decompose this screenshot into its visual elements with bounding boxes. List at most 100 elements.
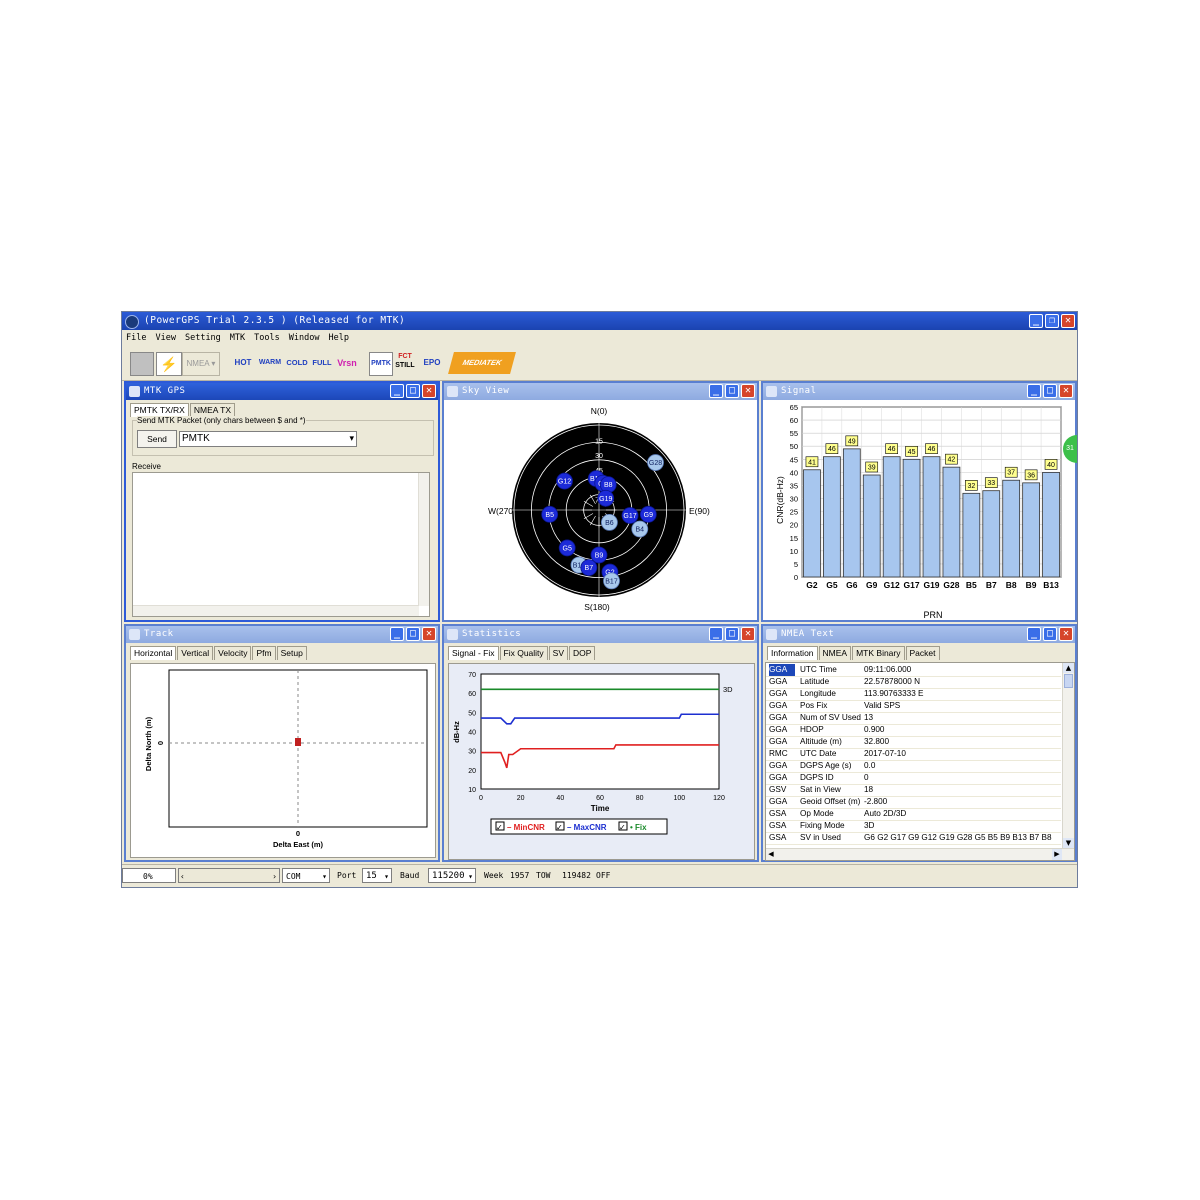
scroll-left-icon[interactable]: ◀ [766,849,776,860]
mtk-gps-close-button[interactable]: ✕ [422,384,436,398]
tab-mtk-binary[interactable]: MTK Binary [852,646,905,660]
satellite-marker[interactable]: G17 [621,507,639,524]
signal-bar[interactable] [962,492,981,578]
tab-signal-fix[interactable]: Signal - Fix [448,646,499,660]
statistics-close-button[interactable]: ✕ [741,627,755,641]
sky-view-maximize-button[interactable]: □ [725,384,739,398]
tab-velocity[interactable]: Velocity [214,646,252,660]
signal-bar[interactable] [922,456,941,578]
nmea-text-close-button[interactable]: ✕ [1059,627,1073,641]
satellite-marker[interactable]: B5 [541,505,559,523]
port-select[interactable]: 15 ▾ [362,868,392,883]
tab-pfm[interactable]: Pfm [252,646,276,660]
signal-bar[interactable] [1002,479,1021,578]
minimize-button[interactable]: _ [1029,314,1043,328]
signal-bar[interactable] [1022,482,1040,578]
sky-view-titlebar[interactable]: Sky View _ □ ✕ [444,383,757,400]
tab-nmea[interactable]: NMEA [818,646,852,660]
tab-information[interactable]: Information [767,646,818,660]
info-vscrollbar[interactable]: ▲ ▼ [1062,663,1074,848]
mtk-gps-titlebar[interactable]: MTK GPS _ □ ✕ [126,383,438,400]
stop-button[interactable] [130,352,154,376]
version-button[interactable]: Vrsn [335,352,359,374]
satellite-marker[interactable]: B8 [599,476,617,494]
restore-button[interactable]: ❐ [1045,314,1059,328]
sky-view-close-button[interactable]: ✕ [741,384,755,398]
menu-help[interactable]: Help [328,330,348,346]
window-titlebar[interactable]: (PowerGPS Trial 2.3.5 ) (Released for MT… [122,312,1077,330]
receive-hscrollbar[interactable] [133,605,419,616]
tab-packet[interactable]: Packet [905,646,940,660]
receive-textarea[interactable] [132,472,430,617]
satellite-marker[interactable]: G12 [556,472,573,490]
signal-bar[interactable] [882,456,901,578]
satellite-marker[interactable]: G19 [597,489,615,507]
satellite-marker[interactable]: G5 [558,539,576,557]
pmtk-button[interactable]: PMTK [369,352,393,376]
full-start-button[interactable]: FULL [311,352,333,374]
baud-select[interactable]: 115200 ▾ [428,868,476,883]
signal-bar[interactable] [1042,471,1060,578]
nav-field[interactable]: ‹ › [178,868,280,883]
nmea-text-minimize-button[interactable]: _ [1027,627,1041,641]
signal-bar[interactable] [902,458,921,578]
chevron-right-icon[interactable]: › [272,869,277,882]
tab-pmtk-txrx[interactable]: PMTK TX/RX [130,403,189,417]
track-titlebar[interactable]: Track _ □ ✕ [126,626,438,643]
scroll-up-icon[interactable]: ▲ [1063,663,1074,673]
tab-dop[interactable]: DOP [569,646,596,660]
signal-minimize-button[interactable]: _ [1027,384,1041,398]
track-maximize-button[interactable]: □ [406,627,420,641]
epo-button[interactable]: EPO [421,352,443,374]
signal-titlebar[interactable]: Signal _ □ ✕ [763,383,1075,400]
satellite-marker[interactable]: B7 [580,559,598,577]
scroll-right-icon[interactable]: ▶ [1052,849,1062,860]
cold-start-button[interactable]: COLD [285,352,309,374]
tab-fix-quality[interactable]: Fix Quality [499,646,548,660]
close-button[interactable]: ✕ [1061,314,1075,328]
warm-start-button[interactable]: WARM [257,352,283,374]
scroll-thumb[interactable] [1064,674,1073,688]
signal-bar[interactable] [803,469,821,578]
nmea-text-maximize-button[interactable]: □ [1043,627,1057,641]
signal-bar[interactable] [842,448,861,578]
chevron-left-icon[interactable]: ‹ [180,869,185,882]
signal-bar[interactable] [942,466,961,578]
packet-select[interactable]: PMTK ▾ [179,431,357,447]
satellite-marker[interactable]: G28 [647,454,664,471]
nmea-selector[interactable]: NMEA ▾ [182,352,220,376]
signal-bar[interactable] [982,490,1001,578]
mtk-gps-maximize-button[interactable]: □ [406,384,420,398]
tab-vertical[interactable]: Vertical [177,646,214,660]
tab-sv[interactable]: SV [548,646,569,660]
track-close-button[interactable]: ✕ [422,627,436,641]
com-select[interactable]: COM ▾ [282,868,330,883]
menu-view[interactable]: View [155,330,175,346]
signal-bar[interactable] [823,456,841,578]
signal-close-button[interactable]: ✕ [1059,384,1073,398]
info-hscrollbar[interactable]: ◀ ▶ [766,848,1074,860]
statistics-minimize-button[interactable]: _ [709,627,723,641]
nmea-text-titlebar[interactable]: NMEA Text _ □ ✕ [763,626,1075,643]
menu-setting[interactable]: Setting [185,330,221,346]
statistics-titlebar[interactable]: Statistics _ □ ✕ [444,626,757,643]
send-button[interactable]: Send [137,430,177,448]
hot-start-button[interactable]: HOT [232,352,254,374]
track-minimize-button[interactable]: _ [390,627,404,641]
menu-tools[interactable]: Tools [254,330,280,346]
satellite-marker[interactable]: B6 [601,514,618,531]
info-row[interactable]: GSA SV in Used G6 G2 G17 G9 G12 G19 G28 G5… [766,832,1061,845]
statistics-maximize-button[interactable]: □ [725,627,739,641]
tab-horizontal[interactable]: Horizontal [130,646,177,660]
receive-vscrollbar[interactable] [418,473,429,606]
chevron-down-icon[interactable]: ▾ [349,432,354,446]
tab-setup[interactable]: Setup [276,646,307,660]
mtk-gps-minimize-button[interactable]: _ [390,384,404,398]
signal-bar[interactable] [862,474,881,578]
tab-nmea-tx[interactable]: NMEA TX [189,403,236,417]
menu-window[interactable]: Window [289,330,320,346]
satellite-marker[interactable]: B17 [603,572,620,590]
connect-button[interactable]: ⚡ [156,352,182,376]
sky-view-minimize-button[interactable]: _ [709,384,723,398]
satellite-marker[interactable]: G9 [639,505,657,523]
